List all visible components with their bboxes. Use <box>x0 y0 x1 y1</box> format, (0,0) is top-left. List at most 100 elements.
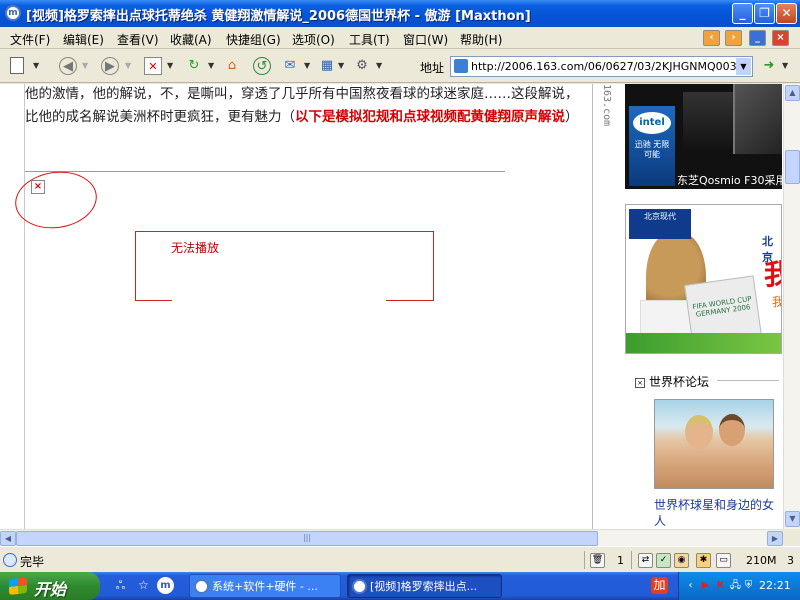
taskbar-button-system[interactable]: 系统+软件+硬件 - ... <box>189 574 341 598</box>
tab-close-icon[interactable]: × <box>772 30 789 46</box>
taskbar-button-label: [视频]格罗索摔出点... <box>370 580 478 593</box>
taskbar-button-label: 系统+软件+硬件 - ... <box>212 580 318 593</box>
back-icon[interactable]: ◀ <box>59 57 77 75</box>
scroll-left-icon[interactable]: ◀ <box>0 531 16 546</box>
status-separator <box>631 551 632 569</box>
maxthon-task-icon <box>194 579 209 594</box>
photo-caption-link[interactable]: 世界杯球星和身边的女人 <box>654 497 779 529</box>
centrino-badge: intel 迅驰 无限可能 <box>629 106 675 186</box>
layout-dropdown-icon[interactable]: ▼ <box>338 61 344 70</box>
input-method-icon[interactable]: 加 <box>651 577 668 594</box>
maxthon-quicklaunch-icon[interactable]: m <box>157 577 174 594</box>
menu-options[interactable]: 选项(O) <box>292 31 335 48</box>
laptop-image <box>683 92 733 152</box>
maxthon-app-icon[interactable]: m <box>5 5 21 21</box>
close-button[interactable]: ✕ <box>776 3 797 24</box>
tray-media-icon[interactable]: ▶ <box>698 578 713 593</box>
article-end: ） <box>565 109 579 125</box>
start-button[interactable]: 开始 <box>0 572 100 600</box>
toolbar: ▼ ◀ ▼ ▶ ▼ ✕ ▼ ↻ ▼ ⌂ ↺ ✉ ▼ ▦ ▼ ⚙ ▼ 地址 htt… <box>0 50 800 83</box>
back-dropdown-icon[interactable]: ▼ <box>82 61 88 70</box>
clock[interactable]: 22:21 <box>759 579 791 592</box>
tab-minimize-icon[interactable]: _ <box>749 30 766 46</box>
player-error-text: 无法播放 <box>171 241 220 255</box>
closed-tabs-count: 1 <box>617 554 624 567</box>
address-input[interactable]: http://2006.163.com/06/0627/03/2KJHGNMQ0… <box>471 60 751 73</box>
hyundai-logo: 北京现代 <box>629 209 691 239</box>
menu-tools[interactable]: 工具(T) <box>349 31 390 48</box>
window-list-icon[interactable]: ▭ <box>716 553 731 568</box>
status-separator <box>584 551 585 569</box>
trash-icon[interactable]: 🗑 <box>590 553 605 568</box>
mail-dropdown-icon[interactable]: ▼ <box>304 61 310 70</box>
hyundai-ad[interactable]: FIFA WORLD CUP GERMANY 2006 北京现代 北京 我 我 <box>625 204 782 354</box>
ad2-side-text: 我 <box>772 293 781 310</box>
favorites-star-icon[interactable]: ☆ <box>135 577 152 594</box>
column-divider <box>24 84 25 529</box>
forward-icon[interactable]: ▶ <box>101 57 119 75</box>
menu-file[interactable]: 文件(F) <box>10 31 50 48</box>
plugin-icon[interactable]: ⚙ <box>353 57 371 75</box>
forum-bullet-icon: × <box>635 377 645 388</box>
woman-figure <box>685 415 713 449</box>
go-dropdown-icon[interactable]: ▼ <box>782 61 788 70</box>
menu-favorites[interactable]: 收藏(A) <box>170 31 212 48</box>
forum-section-title[interactable]: × 世界杯论坛 <box>635 373 709 390</box>
ad-filter-icon[interactable]: ✓ <box>656 553 671 568</box>
undo-close-icon[interactable]: ↺ <box>253 57 271 75</box>
layout-icon[interactable]: ▦ <box>318 57 336 75</box>
scroll-right-icon[interactable]: ▶ <box>767 531 783 546</box>
new-page-icon[interactable] <box>10 57 24 74</box>
stop-icon[interactable]: ✕ <box>144 57 162 75</box>
forum-title-text[interactable]: 世界杯论坛 <box>649 375 709 389</box>
title-bar[interactable]: m [视频]格罗索摔出点球托蒂绝杀 黄健翔激情解说_2006德国世界杯 - 傲游… <box>0 0 800 27</box>
tray-arrow-icon[interactable]: ‹ <box>683 578 698 593</box>
menu-help[interactable]: 帮助(H) <box>460 31 502 48</box>
forward-dropdown-icon[interactable]: ▼ <box>125 61 131 70</box>
menu-edit[interactable]: 编辑(E) <box>63 31 104 48</box>
mail-icon[interactable]: ✉ <box>281 57 299 75</box>
horizontal-scrollbar[interactable]: ◀ ||| ▶ <box>0 529 783 546</box>
scroll-up-icon[interactable]: ▲ <box>785 85 800 101</box>
taskbar-button-video[interactable]: [视频]格罗索摔出点... <box>347 574 502 598</box>
status-text: 完毕 <box>20 555 45 569</box>
horizontal-scroll-thumb[interactable]: ||| <box>16 531 598 546</box>
menu-bar: 文件(F) 编辑(E) 查看(V) 收藏(A) 快捷组(G) 选项(O) 工具(… <box>0 27 800 49</box>
status-bar: 完毕 🗑 1 ⇄ ✓ ◉ ✱ ▭ 210M 3 <box>0 546 800 572</box>
intel-toshiba-ad[interactable]: intel 迅驰 无限可能 东芝Qosmio F30采用 <box>625 84 782 189</box>
vertical-scrollbar[interactable]: ▲ ▼ <box>783 84 800 529</box>
couple-photo[interactable] <box>654 399 774 489</box>
main-column: 他的激情，他的解说，不，是嘶叫，穿透了几乎所有中国熬夜看球的球迷家庭……这段解说… <box>0 84 595 529</box>
new-page-dropdown-icon[interactable]: ▼ <box>33 61 39 70</box>
minimize-button[interactable]: _ <box>732 3 753 24</box>
video-player[interactable]: 无法播放 <box>135 231 434 302</box>
tab-count: 3 <box>787 554 794 567</box>
intel-logo: intel <box>633 112 671 134</box>
menu-window[interactable]: 窗口(W) <box>403 31 448 48</box>
plugin-dropdown-icon[interactable]: ▼ <box>376 61 382 70</box>
tab-next-icon[interactable]: › <box>725 30 742 46</box>
go-icon[interactable]: ➜ <box>760 57 778 75</box>
menu-view[interactable]: 查看(V) <box>117 31 159 48</box>
video-link[interactable]: 以下是模拟犯规和点球视频配黄健翔原声解说 <box>295 109 565 125</box>
refresh-dropdown-icon[interactable]: ▼ <box>208 61 214 70</box>
proxy-icon[interactable]: ⇄ <box>638 553 653 568</box>
broken-image-icon[interactable]: × <box>31 180 45 194</box>
vertical-scroll-thumb[interactable] <box>785 150 800 184</box>
refresh-icon[interactable]: ↻ <box>185 57 203 75</box>
tab-prev-icon[interactable]: ‹ <box>703 30 720 46</box>
address-dropdown-icon[interactable]: ▼ <box>736 58 751 75</box>
man-figure <box>719 414 745 446</box>
tray-kingsoft-icon[interactable]: K <box>713 578 728 593</box>
menu-groups[interactable]: 快捷组(G) <box>226 31 281 48</box>
address-bar[interactable]: http://2006.163.com/06/0627/03/2KJHGNMQ0… <box>450 56 753 77</box>
scroll-down-icon[interactable]: ▼ <box>785 511 800 527</box>
maximize-button[interactable]: ❐ <box>754 3 775 24</box>
messenger-icon[interactable]: ஃ <box>112 577 129 594</box>
maxthon-task-icon <box>352 579 367 594</box>
home-icon[interactable]: ⌂ <box>223 57 241 75</box>
stop-dropdown-icon[interactable]: ▼ <box>167 61 173 70</box>
popup-filter-icon[interactable]: ◉ <box>674 553 689 568</box>
tray-shield-icon[interactable]: ⛨ <box>741 578 756 593</box>
flash-filter-icon[interactable]: ✱ <box>696 553 711 568</box>
